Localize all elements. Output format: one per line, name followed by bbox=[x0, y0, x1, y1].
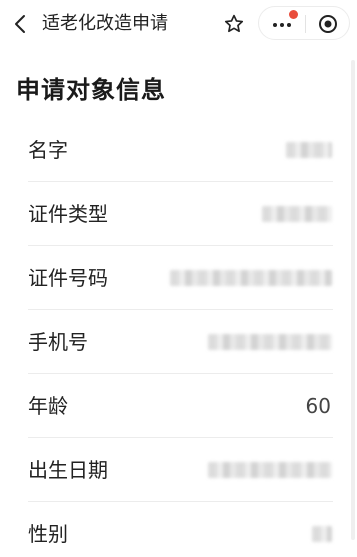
favorite-button[interactable] bbox=[221, 11, 247, 37]
field-row-id-number[interactable]: 证件号码 bbox=[28, 246, 333, 310]
field-label: 性别 bbox=[28, 522, 68, 546]
field-label: 证件类型 bbox=[28, 202, 108, 226]
field-value: 60 bbox=[305, 394, 331, 418]
masked-value bbox=[208, 334, 332, 350]
applicant-info-list: 名字 证件类型 证件号码 手机号 年龄 60 出生日期 性别 bbox=[0, 118, 357, 557]
application-page: 适老化改造申请 申请对象信息 名字 证件类型 证件号码 手机号 年龄 60 出生… bbox=[0, 0, 357, 557]
masked-value bbox=[208, 462, 332, 478]
masked-value bbox=[262, 206, 332, 222]
section-title: 申请对象信息 bbox=[16, 76, 166, 104]
field-label: 出生日期 bbox=[28, 458, 108, 482]
field-label: 证件号码 bbox=[28, 266, 108, 290]
field-row-id-type[interactable]: 证件类型 bbox=[28, 182, 333, 246]
field-label: 名字 bbox=[28, 138, 68, 162]
field-label: 手机号 bbox=[28, 330, 88, 354]
target-circle-icon bbox=[319, 15, 337, 33]
notification-dot bbox=[289, 10, 298, 19]
chevron-left-icon bbox=[15, 15, 25, 33]
field-row-birth-date[interactable]: 出生日期 bbox=[28, 438, 333, 502]
star-outline-icon bbox=[224, 14, 244, 33]
field-label: 年龄 bbox=[28, 394, 68, 418]
field-row-name[interactable]: 名字 bbox=[28, 118, 333, 182]
top-navbar: 适老化改造申请 bbox=[0, 0, 357, 48]
field-row-gender[interactable]: 性别 bbox=[28, 502, 333, 557]
back-button[interactable] bbox=[8, 12, 32, 36]
more-button[interactable] bbox=[259, 7, 305, 41]
masked-value bbox=[170, 270, 332, 286]
page-title: 适老化改造申请 bbox=[42, 13, 168, 34]
mini-program-capsule bbox=[258, 6, 350, 40]
masked-value bbox=[286, 142, 332, 158]
masked-value bbox=[312, 526, 332, 542]
close-button[interactable] bbox=[306, 7, 350, 41]
field-row-phone[interactable]: 手机号 bbox=[28, 310, 333, 374]
scrollbar[interactable] bbox=[351, 60, 355, 540]
field-row-age[interactable]: 年龄 60 bbox=[28, 374, 333, 438]
more-dots-icon bbox=[273, 23, 291, 27]
